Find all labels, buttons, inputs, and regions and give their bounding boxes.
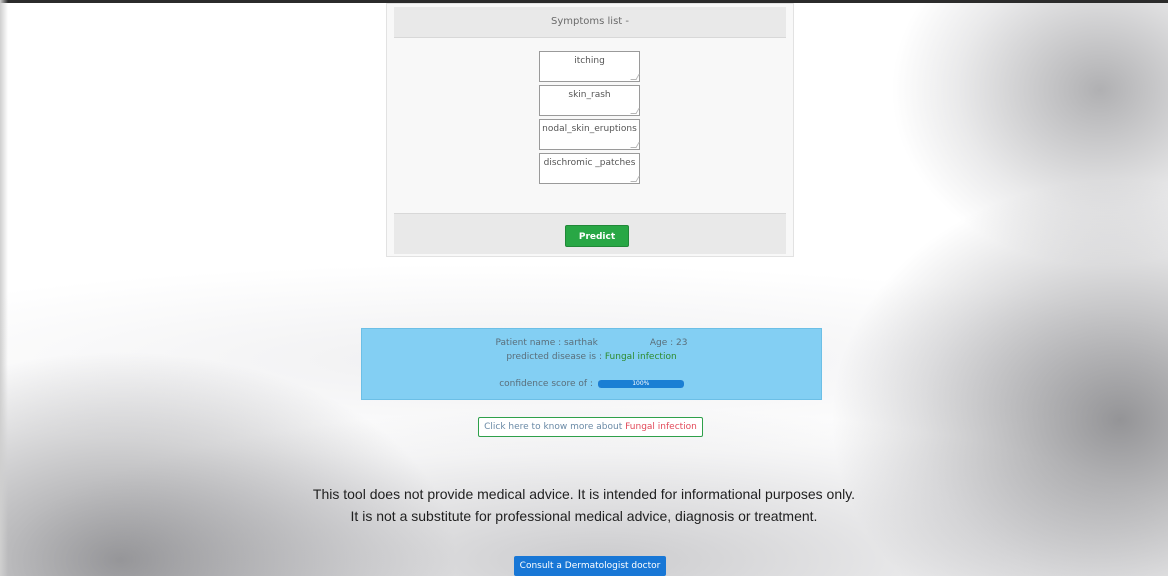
predict-button[interactable]: Predict (565, 225, 629, 247)
disclaimer-line-1: This tool does not provide medical advic… (312, 486, 856, 502)
symptom-field-3[interactable]: nodal_skin_eruptions (539, 119, 640, 150)
consult-dermatologist-button[interactable]: Consult a Dermatologist doctor (514, 556, 666, 576)
predicted-disease-line: predicted disease is : Fungal infection (362, 352, 821, 362)
patient-age: Age : 23 (649, 338, 688, 348)
confidence-progress-bar: 100% (597, 379, 684, 388)
prediction-result-box: Patient name : sarthak Age : 23 predicted… (361, 328, 822, 400)
know-more-button[interactable]: Click here to know more about Fungal inf… (478, 417, 703, 437)
know-more-disease: Fungal infection (625, 422, 697, 432)
patient-name: Patient name : sarthak (495, 338, 598, 348)
disclaimer-line-2: It is not a substitute for professional … (350, 508, 818, 524)
symptom-field-2[interactable]: skin_rash (539, 85, 640, 116)
predicted-disease-label: predicted disease is : (506, 352, 605, 362)
confidence-line: confidence score of : 100% (362, 379, 821, 389)
symptoms-header: Symptoms list - (394, 7, 786, 38)
know-more-label: Click here to know more about (484, 422, 626, 432)
symptom-field-4[interactable]: dischromic _patches (539, 153, 640, 184)
symptoms-card: Symptoms list - itching skin_rash nodal_… (386, 3, 794, 257)
patient-info-line: Patient name : sarthak Age : 23 (362, 338, 821, 348)
symptoms-card-footer: Predict (394, 213, 786, 254)
predicted-disease: Fungal infection (604, 352, 677, 362)
symptom-field-1[interactable]: itching (539, 51, 640, 82)
confidence-label: confidence score of : (499, 379, 593, 389)
confidence-progress-fill: 100% (597, 379, 684, 388)
